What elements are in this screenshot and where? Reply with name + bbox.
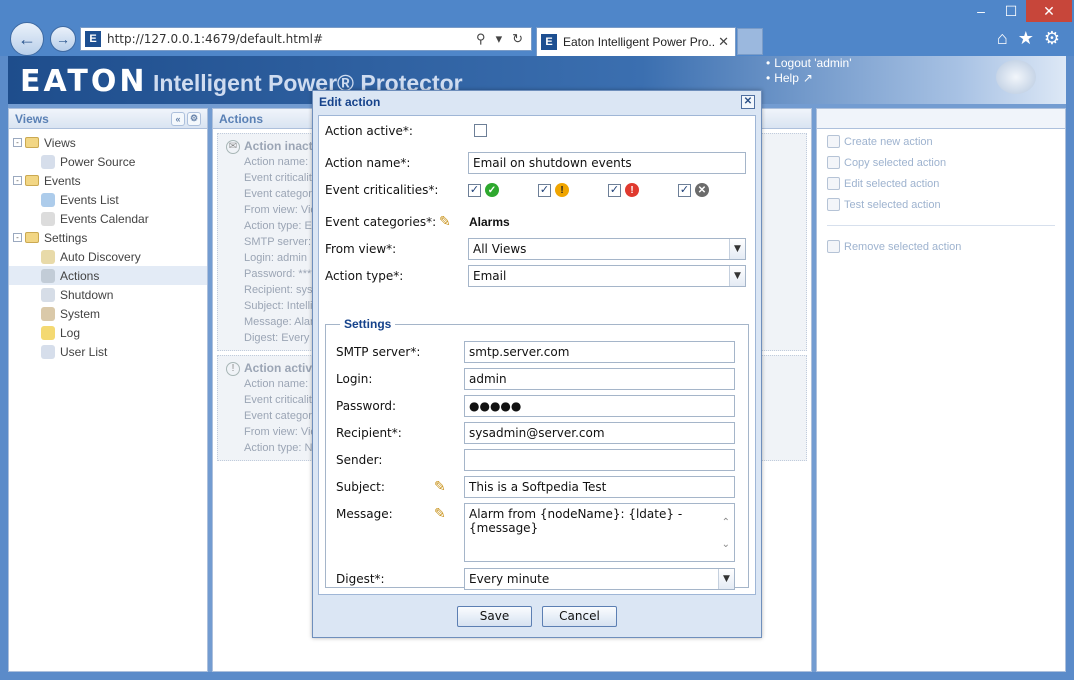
login-input[interactable]: admin	[464, 368, 735, 390]
browser-chrome: – ☐ ✕ ← → E http://127.0.0.1:4679/defaul…	[0, 0, 1074, 56]
event-criticalities-label: Event criticalities*:	[325, 183, 439, 197]
scroll-down-icon[interactable]: ⌄	[722, 538, 730, 552]
sender-label: Sender:	[336, 453, 383, 467]
from-view-label: From view*:	[325, 242, 397, 256]
forward-button[interactable]: →	[50, 26, 76, 52]
digest-select[interactable]: Every minute ▼	[464, 568, 735, 590]
settings-gear-icon[interactable]: ⚙	[1044, 28, 1060, 49]
external-link-icon: ↗	[802, 71, 813, 85]
settings-fieldset: Settings SMTP server*: smtp.server.com L…	[325, 317, 749, 590]
address-bar[interactable]: E http://127.0.0.1:4679/default.html# ⚲ …	[80, 27, 532, 51]
criticality-unknown-checkbox[interactable]: ✓	[678, 183, 691, 197]
close-icon[interactable]: ✕	[1026, 0, 1072, 22]
back-button[interactable]: ←	[10, 22, 44, 56]
message-textarea[interactable]: Alarm from {nodeName}: {ldate} - {messag…	[464, 503, 735, 562]
site-favicon-icon: E	[85, 31, 101, 47]
action-name-input[interactable]: Email on shutdown events	[468, 152, 746, 174]
action-type-label: Action type*:	[325, 269, 404, 283]
dialog-close-icon[interactable]: ✕	[741, 95, 755, 109]
save-button[interactable]: Save	[457, 605, 532, 627]
event-categories-value: Alarms	[469, 215, 510, 229]
chevron-down-icon: ▼	[729, 239, 745, 259]
message-label: Message:	[336, 507, 393, 521]
action-name-label: Action name*:	[325, 156, 411, 170]
browser-tab[interactable]: E Eaton Intelligent Power Pro... ✕	[536, 27, 736, 56]
dialog-title: Edit action	[319, 95, 381, 109]
computer-icon	[996, 60, 1036, 94]
smtp-server-label: SMTP server*:	[336, 345, 421, 359]
settings-legend: Settings	[340, 317, 396, 331]
unknown-status-icon: ✕	[695, 183, 709, 197]
tab-close-icon[interactable]: ✕	[716, 34, 731, 50]
login-label: Login:	[336, 372, 373, 386]
refresh-icon[interactable]: ↻	[512, 31, 523, 47]
criticality-alarm-checkbox[interactable]: ✓	[608, 183, 621, 197]
digest-label: Digest*:	[336, 572, 385, 586]
password-input[interactable]: ●●●●●	[464, 395, 735, 417]
maximize-icon[interactable]: ☐	[996, 0, 1026, 22]
action-active-label: Action active*:	[325, 124, 413, 138]
logout-link[interactable]: • Logout 'admin'	[766, 56, 852, 71]
scroll-up-icon[interactable]: ⌃	[722, 516, 730, 530]
eaton-logo: EATON	[20, 64, 148, 99]
tab-title: Eaton Intelligent Power Pro...	[563, 35, 717, 49]
search-icon[interactable]: ⚲	[476, 31, 486, 47]
from-view-select[interactable]: All Views ▼	[468, 238, 746, 260]
dialog-body: Action active*: Action name*: Email on s…	[318, 115, 756, 595]
criticality-ok-checkbox[interactable]: ✓	[468, 183, 481, 197]
edit-pencil-icon[interactable]: ✎	[434, 479, 448, 493]
criticality-warning-checkbox[interactable]: ✓	[538, 183, 551, 197]
new-tab-button[interactable]	[737, 28, 763, 55]
edit-pencil-icon[interactable]: ✎	[434, 506, 448, 520]
edit-pencil-icon[interactable]: ✎	[439, 214, 453, 228]
home-icon[interactable]: ⌂	[997, 28, 1008, 49]
alarm-status-icon: !	[625, 183, 639, 197]
window-controls: – ☐ ✕	[966, 0, 1072, 22]
recipient-input[interactable]: sysadmin@server.com	[464, 422, 735, 444]
subject-input[interactable]: This is a Softpedia Test	[464, 476, 735, 498]
action-active-checkbox[interactable]	[474, 124, 487, 137]
action-type-select[interactable]: Email ▼	[468, 265, 746, 287]
chevron-down-icon: ▼	[729, 266, 745, 286]
event-categories-label: Event categories*:	[325, 215, 437, 229]
cancel-button[interactable]: Cancel	[542, 605, 617, 627]
minimize-icon[interactable]: –	[966, 0, 996, 22]
password-label: Password:	[336, 399, 397, 413]
warning-status-icon: !	[555, 183, 569, 197]
favorites-star-icon[interactable]: ★	[1018, 28, 1034, 49]
subject-label: Subject:	[336, 480, 385, 494]
sender-input[interactable]	[464, 449, 735, 471]
smtp-server-input[interactable]: smtp.server.com	[464, 341, 735, 363]
dropdown-icon[interactable]: ▾	[496, 31, 503, 47]
tab-favicon-icon: E	[541, 34, 557, 50]
ok-status-icon: ✓	[485, 183, 499, 197]
recipient-label: Recipient*:	[336, 426, 402, 440]
chevron-down-icon: ▼	[718, 569, 734, 589]
url-text[interactable]: http://127.0.0.1:4679/default.html#	[107, 32, 476, 46]
edit-action-dialog: Edit action ✕ Action active*: Action nam…	[312, 90, 762, 638]
help-link[interactable]: • Help ↗	[766, 71, 852, 86]
